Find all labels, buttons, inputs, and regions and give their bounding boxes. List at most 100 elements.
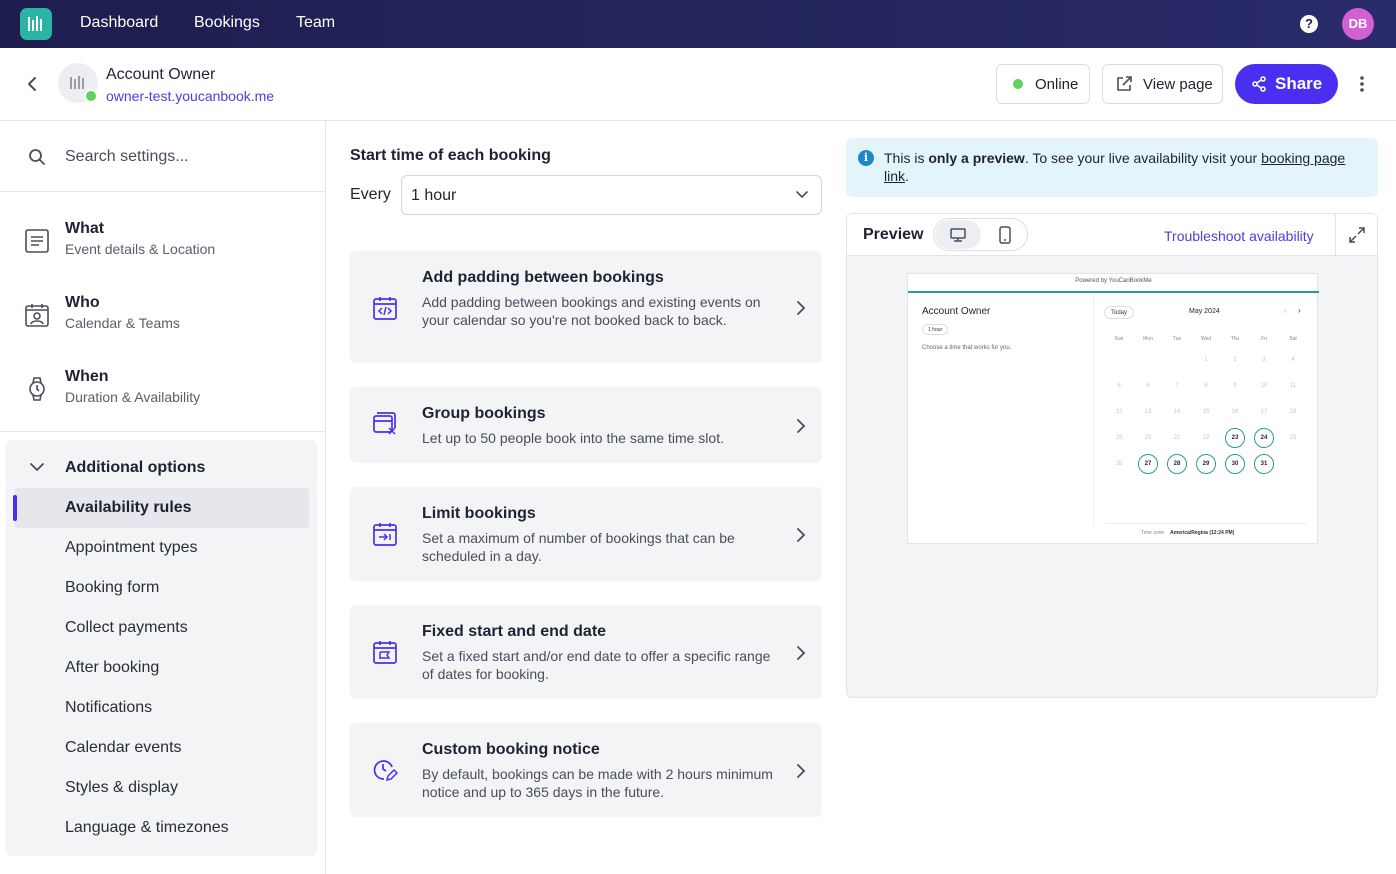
additional-options-title: Additional options bbox=[65, 459, 206, 476]
sidebar-item-who[interactable]: Who Calendar & Teams bbox=[24, 294, 314, 354]
preview-available-day[interactable]: 23 bbox=[1225, 428, 1245, 448]
online-status-button[interactable]: Online bbox=[996, 64, 1090, 104]
sidebar-item-what[interactable]: What Event details & Location bbox=[24, 220, 314, 280]
card-title: Add padding between bookings bbox=[422, 269, 664, 286]
preview-today-button[interactable]: Today bbox=[1104, 306, 1134, 319]
settings-sidebar: What Event details & Location Who Calend… bbox=[0, 121, 326, 874]
card-description: Set a maximum of number of bookings that… bbox=[422, 530, 735, 564]
monitor-icon bbox=[950, 227, 966, 242]
preview-day: 19 bbox=[1115, 435, 1123, 441]
preview-day: 9 bbox=[1233, 383, 1237, 389]
app-logo-icon[interactable] bbox=[20, 8, 52, 40]
preview-day: 10 bbox=[1260, 383, 1268, 389]
sidebar-item-notifications[interactable]: Notifications bbox=[65, 699, 152, 717]
sidebar-item-collect-payments[interactable]: Collect payments bbox=[65, 619, 188, 637]
info-icon: i bbox=[858, 150, 874, 166]
account-header: Account Owner owner-test.youcanbook.me O… bbox=[0, 48, 1396, 121]
sidebar-item-language-timezones[interactable]: Language & timezones bbox=[65, 819, 229, 837]
preview-day: 2 bbox=[1233, 357, 1237, 363]
expand-preview-button[interactable] bbox=[1335, 214, 1377, 256]
preview-day: 7 bbox=[1175, 383, 1179, 389]
more-options-icon[interactable] bbox=[1356, 74, 1368, 94]
mobile-phone-icon bbox=[998, 225, 1011, 244]
sidebar-item-title: When bbox=[65, 368, 109, 385]
card-limit-bookings[interactable]: Limit bookings Set a maximum of number o… bbox=[350, 487, 822, 581]
timezone-label: Time zone bbox=[1141, 530, 1165, 536]
preview-available-day[interactable]: 27 bbox=[1138, 454, 1158, 474]
desktop-view-button[interactable] bbox=[935, 220, 981, 249]
preview-weekday: Thu bbox=[1230, 336, 1240, 342]
preview-panel: Preview Troubleshoot availability Powere… bbox=[846, 213, 1378, 698]
preview-duration-badge: 1 hour bbox=[922, 324, 949, 335]
timezone-value: America/Regina (12:24 PM) bbox=[1170, 530, 1235, 536]
card-fixed-dates[interactable]: Fixed start and end date Set a fixed sta… bbox=[350, 605, 822, 699]
settings-search bbox=[0, 121, 326, 192]
preview-weekday: Sat bbox=[1289, 336, 1297, 342]
preview-available-day[interactable]: 30 bbox=[1225, 454, 1245, 474]
card-description: Add padding between bookings and existin… bbox=[422, 294, 761, 328]
list-icon bbox=[25, 229, 49, 253]
preview-day: 8 bbox=[1204, 383, 1208, 389]
top-nav: Dashboard Bookings Team ? DB bbox=[0, 0, 1396, 48]
search-settings-input[interactable] bbox=[65, 145, 305, 169]
sidebar-item-when[interactable]: When Duration & Availability bbox=[24, 368, 314, 428]
preview-available-day[interactable]: 24 bbox=[1254, 428, 1274, 448]
sidebar-item-styles-display[interactable]: Styles & display bbox=[65, 779, 178, 797]
chevron-right-icon bbox=[797, 528, 806, 542]
active-item-indicator bbox=[13, 495, 17, 521]
mobile-view-button[interactable] bbox=[982, 220, 1027, 249]
preview-weekday: Fri bbox=[1261, 336, 1267, 342]
preview-day: 13 bbox=[1144, 409, 1152, 415]
preview-day: 25 bbox=[1289, 435, 1297, 441]
nav-dashboard[interactable]: Dashboard bbox=[80, 14, 158, 32]
preview-available-day[interactable]: 28 bbox=[1167, 454, 1187, 474]
preview-weekday: Sun bbox=[1114, 336, 1124, 342]
preview-day: 20 bbox=[1144, 435, 1152, 441]
view-page-button[interactable]: View page bbox=[1102, 64, 1223, 104]
card-group-bookings[interactable]: Group bookings Let up to 50 people book … bbox=[350, 387, 822, 463]
nav-team[interactable]: Team bbox=[296, 14, 335, 32]
chevron-right-icon bbox=[797, 646, 806, 660]
card-add-padding[interactable]: Add padding between bookings Add padding… bbox=[350, 251, 822, 363]
sidebar-item-after-booking[interactable]: After booking bbox=[65, 659, 159, 677]
info-text-part: . To see your live availability visit yo… bbox=[1024, 150, 1262, 166]
user-avatar[interactable]: DB bbox=[1342, 8, 1374, 40]
preview-day: 14 bbox=[1173, 409, 1181, 415]
nav-bookings[interactable]: Bookings bbox=[194, 14, 260, 32]
back-arrow-icon[interactable] bbox=[22, 74, 42, 94]
preview-title: Preview bbox=[863, 226, 924, 243]
device-toggle bbox=[933, 218, 1028, 251]
card-title: Custom booking notice bbox=[422, 741, 600, 758]
sidebar-item-title: What bbox=[65, 220, 105, 237]
preview-account-name: Account Owner bbox=[922, 306, 991, 317]
help-icon[interactable]: ? bbox=[1300, 15, 1318, 33]
chevron-down-icon bbox=[30, 463, 44, 471]
online-status-dot bbox=[84, 89, 98, 103]
info-text-part: This is bbox=[884, 150, 929, 166]
preview-available-day[interactable]: 29 bbox=[1196, 454, 1216, 474]
sidebar-divider bbox=[0, 431, 326, 432]
preview-month-label: May 2024 bbox=[1189, 308, 1220, 315]
preview-day: 22 bbox=[1202, 435, 1210, 441]
account-name: Account Owner bbox=[106, 66, 216, 83]
troubleshoot-availability-link[interactable]: Troubleshoot availability bbox=[1164, 228, 1314, 244]
preview-day: 6 bbox=[1146, 383, 1150, 389]
preview-timezone[interactable]: Time zone America/Regina (12:24 PM) bbox=[1141, 530, 1234, 536]
sidebar-item-booking-form[interactable]: Booking form bbox=[65, 579, 159, 597]
sidebar-item-calendar-events[interactable]: Calendar events bbox=[65, 739, 182, 757]
preview-available-day[interactable]: 31 bbox=[1254, 454, 1274, 474]
start-interval-select[interactable]: 1 hour bbox=[401, 175, 822, 215]
sidebar-item-availability-rules[interactable]: Availability rules bbox=[65, 499, 192, 517]
preview-header: Preview Troubleshoot availability bbox=[847, 214, 1377, 256]
preview-prev-month-icon[interactable]: ‹ bbox=[1284, 306, 1287, 315]
share-label: Share bbox=[1275, 74, 1323, 93]
sidebar-item-appointment-types[interactable]: Appointment types bbox=[65, 539, 198, 557]
preview-tz-divider bbox=[1105, 523, 1307, 524]
preview-info-banner: i This is only a preview. To see your li… bbox=[846, 138, 1378, 197]
card-booking-notice[interactable]: Custom booking notice By default, bookin… bbox=[350, 723, 822, 817]
share-button[interactable]: Share bbox=[1235, 64, 1338, 104]
preview-day: 11 bbox=[1289, 383, 1297, 389]
preview-next-month-icon[interactable]: › bbox=[1298, 306, 1301, 315]
sidebar-item-subtitle: Duration & Availability bbox=[65, 389, 201, 405]
account-url-link[interactable]: owner-test.youcanbook.me bbox=[106, 88, 274, 104]
